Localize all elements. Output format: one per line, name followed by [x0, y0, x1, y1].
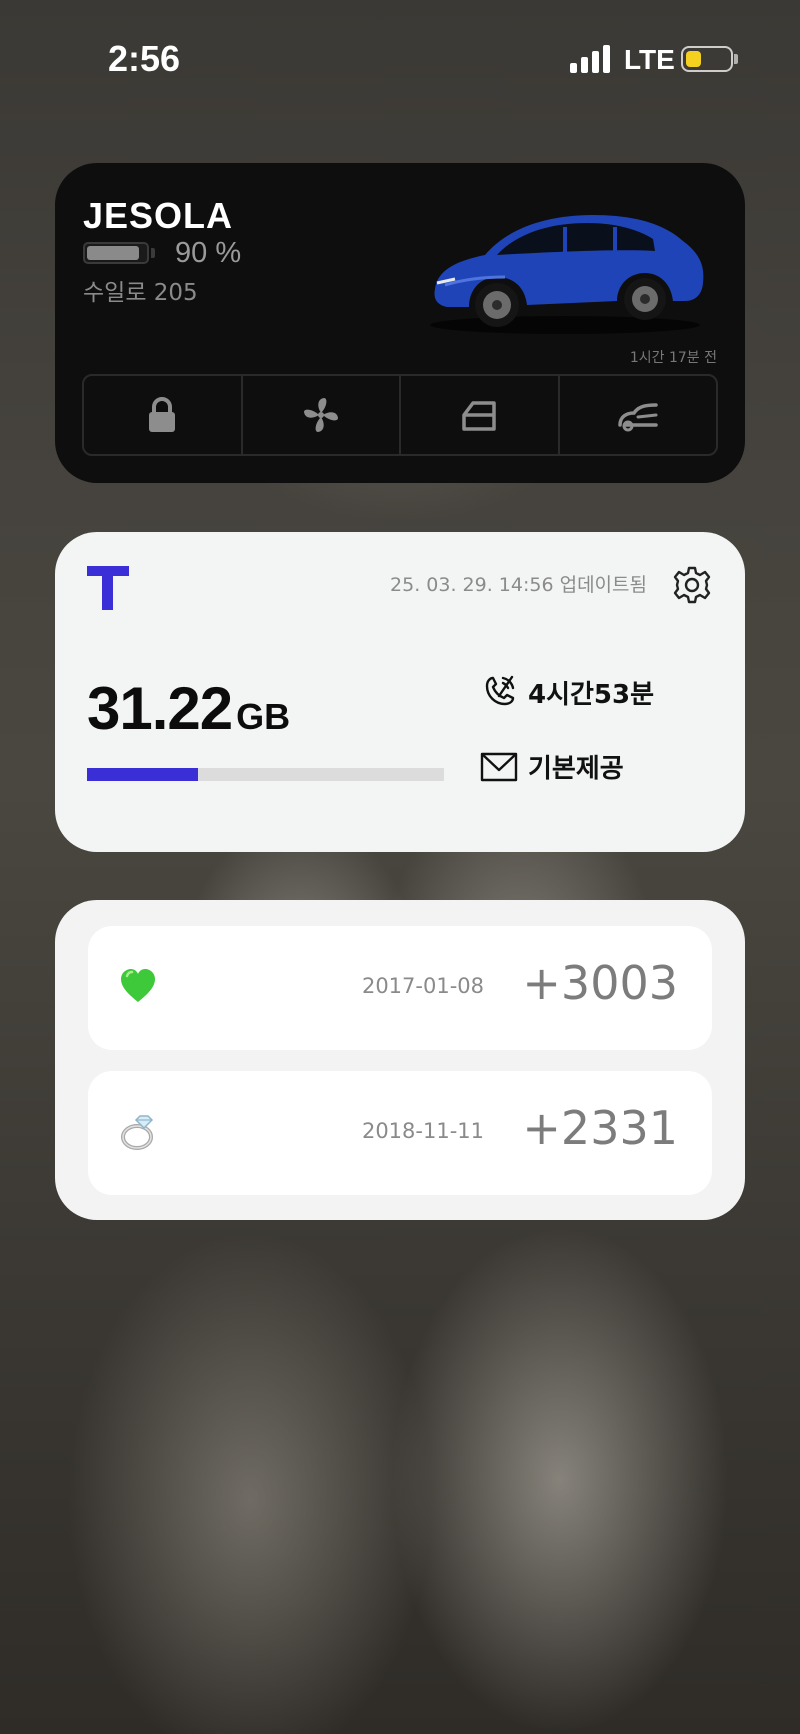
green-heart-icon	[121, 969, 155, 1002]
remaining-data: 31.22 GB	[87, 674, 290, 743]
dday-date: 2017-01-08	[361, 974, 484, 998]
dday-item[interactable]: 2018-11-11 +2331	[88, 1071, 712, 1195]
car-image	[430, 215, 704, 334]
dday-item[interactable]: 2017-01-08 +3003	[88, 926, 712, 1050]
lock-button[interactable]	[84, 376, 243, 454]
frunk-button[interactable]	[401, 376, 560, 454]
dday-count: +3003	[522, 956, 678, 1010]
tworld-widget[interactable]: 25. 03. 29. 14:56 업데이트됨 31.22 GB 4시간53분	[55, 532, 745, 852]
tesla-widget[interactable]: JESOLA 90 % 수일로 205 1시간 17분 전	[55, 163, 745, 483]
gear-icon[interactable]	[672, 565, 712, 605]
signal-strength-icon	[570, 45, 612, 73]
car-updated-time: 1시간 17분 전	[629, 350, 717, 366]
status-bar: 2:56 LTE	[0, 0, 800, 120]
dday-count: +2331	[522, 1101, 678, 1155]
data-amount: 31.22	[87, 675, 233, 742]
lock-icon	[149, 397, 176, 432]
battery-icon	[681, 46, 733, 72]
frunk-icon	[462, 401, 496, 431]
data-unit: GB	[236, 696, 291, 737]
data-usage-bar	[87, 768, 444, 781]
trunk-button[interactable]	[560, 376, 717, 454]
status-time: 2:56	[108, 38, 181, 79]
car-battery-percent: 90 %	[175, 237, 242, 269]
car-battery-nub	[151, 248, 155, 258]
update-timestamp: 25. 03. 29. 14:56 업데이트됨	[390, 574, 647, 596]
car-range: 수일로 205	[83, 280, 198, 306]
car-battery-level	[87, 246, 140, 260]
fan-icon	[303, 398, 338, 432]
sms-remaining: 기본제공	[479, 746, 624, 786]
car-name: JESOLA	[83, 195, 234, 236]
car-battery-icon	[83, 242, 149, 264]
trunk-icon	[618, 403, 658, 432]
t-logo	[87, 566, 129, 610]
dday-date: 2018-11-11	[361, 1119, 484, 1143]
envelope-icon	[480, 752, 518, 782]
sms-remaining-label: 기본제공	[528, 753, 624, 784]
data-usage-fill	[87, 768, 198, 781]
battery-nub	[734, 54, 738, 64]
ring-icon	[121, 1115, 154, 1150]
climate-button[interactable]	[243, 376, 401, 454]
car-controls	[82, 374, 718, 456]
voice-remaining-label: 4시간53분	[528, 679, 655, 710]
voice-remaining: 4시간53분	[479, 672, 654, 712]
phone-call-icon	[485, 675, 515, 706]
battery-level	[686, 51, 702, 67]
dday-widget[interactable]: 2017-01-08 +3003 2018-11-11 +2331	[55, 900, 745, 1220]
network-label: LTE	[624, 44, 675, 75]
